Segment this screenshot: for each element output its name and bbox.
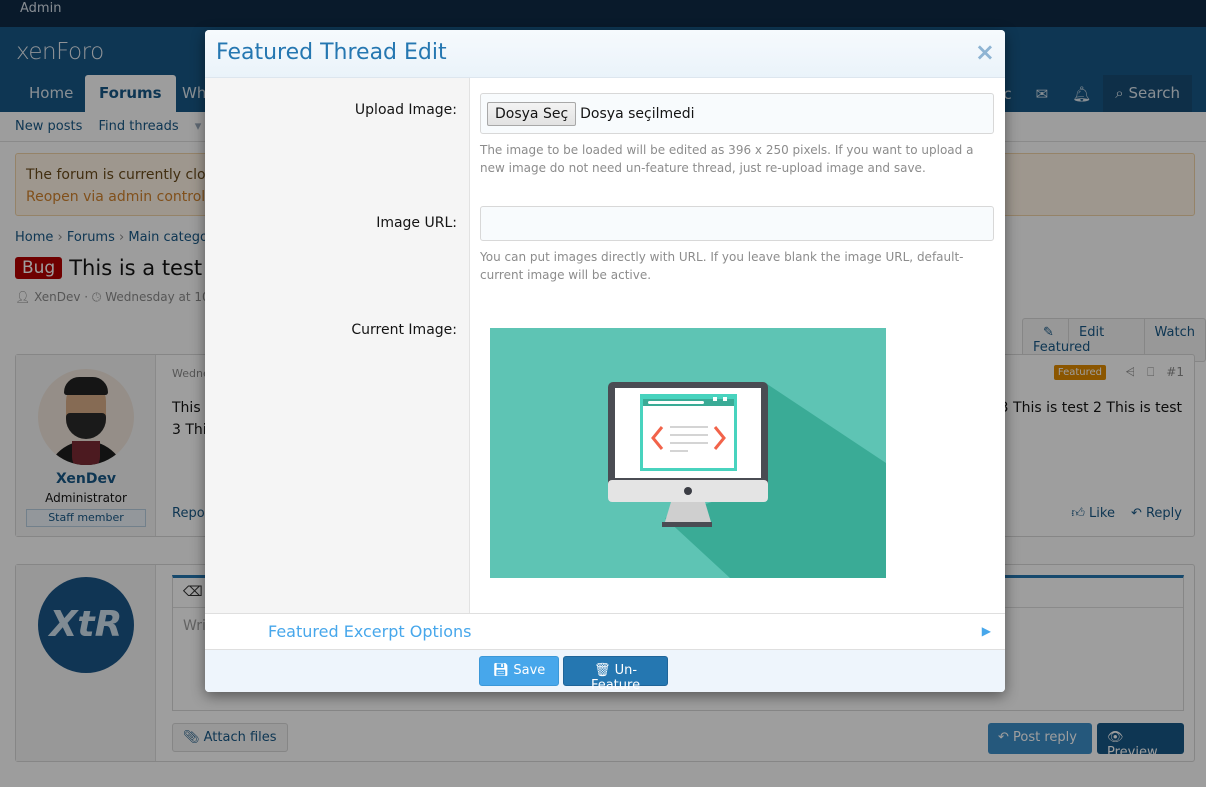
upload-hint: The image to be loaded will be edited as… (480, 143, 974, 175)
featured-thread-edit-dialog: Featured Thread Edit × Upload Image: Ima… (205, 30, 1005, 692)
image-url-label: Image URL: (376, 215, 457, 231)
save-button[interactable]: 💾︎ Save (479, 656, 559, 686)
modal-header: Featured Thread Edit × (205, 30, 1005, 78)
modal-footer: 💾︎ Save 🗑︎ Un-Feature (205, 650, 1005, 692)
file-status: Dosya seçilmedi (580, 105, 695, 122)
close-icon[interactable]: × (975, 38, 995, 66)
modal-title: Featured Thread Edit (216, 40, 447, 65)
current-image-label: Current Image: (351, 322, 457, 338)
caret-right-icon: ▶ (981, 624, 991, 638)
excerpt-options-label: Featured Excerpt Options (268, 622, 472, 641)
trash-icon: 🗑︎ (593, 663, 615, 678)
current-image (490, 328, 886, 578)
monitor-code-illustration (608, 382, 886, 578)
url-hint: You can put images directly with URL. If… (480, 250, 964, 282)
form-fields: Dosya Seç Dosya seçilmedi The image to b… (470, 78, 1005, 613)
floppy-disk-icon: 💾︎ (492, 663, 514, 678)
featured-excerpt-options-toggle[interactable]: Featured Excerpt Options ▶ (205, 613, 1005, 650)
image-url-input[interactable] (480, 206, 994, 241)
choose-file-button[interactable]: Dosya Seç (487, 101, 577, 126)
unfeature-button[interactable]: 🗑︎ Un-Feature (563, 656, 668, 692)
form-labels: Upload Image: Image URL: Current Image: (205, 78, 470, 613)
upload-image-label: Upload Image: (354, 102, 457, 118)
upload-image-field[interactable]: Dosya Seç Dosya seçilmedi (480, 93, 994, 134)
